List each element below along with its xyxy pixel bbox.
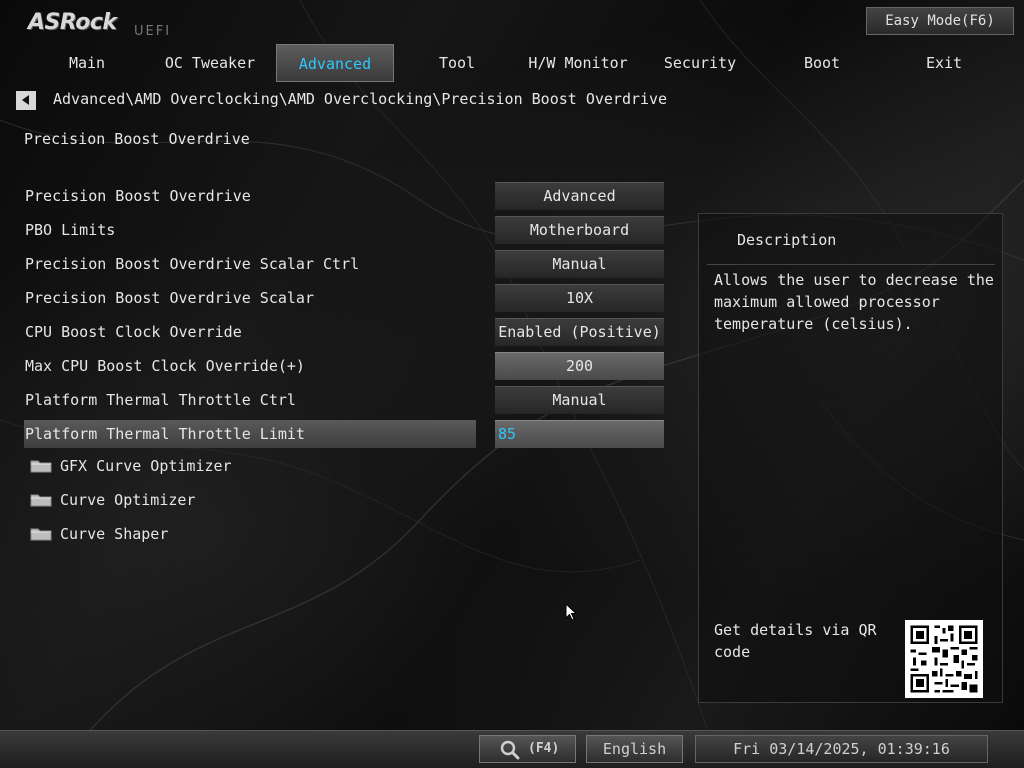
folder-label: Curve Shaper <box>60 525 169 543</box>
tab-tool[interactable]: Tool <box>398 44 516 82</box>
setting-label: PBO Limits <box>25 221 116 239</box>
tab-advanced[interactable]: Advanced <box>276 44 394 82</box>
tab-boot[interactable]: Boot <box>763 44 881 82</box>
mouse-cursor-icon <box>565 603 577 621</box>
setting-label: Platform Thermal Throttle Ctrl <box>25 391 296 409</box>
setting-label: CPU Boost Clock Override <box>25 323 242 341</box>
setting-value-select[interactable]: Motherboard <box>495 216 664 244</box>
qr-caption: Get details via QR code <box>714 621 877 661</box>
folder-icon <box>30 494 52 507</box>
date-time-display: Fri 03/14/2025, 01:39:16 <box>695 735 988 763</box>
setting-value-select[interactable]: Manual <box>495 386 664 414</box>
tab-main[interactable]: Main <box>28 44 146 82</box>
setting-pbo-limits[interactable]: PBO Limits Motherboard <box>24 216 669 244</box>
setting-value-select[interactable]: Enabled (Positive) <box>495 318 664 346</box>
setting-label: Platform Thermal Throttle Limit <box>25 425 305 443</box>
setting-max-cpu-boost-clock-override[interactable]: Max CPU Boost Clock Override(+) 200 <box>24 352 669 380</box>
uefi-label: UEFI <box>134 24 172 39</box>
setting-value-select[interactable]: 10X <box>495 284 664 312</box>
description-title: Description <box>737 231 837 249</box>
asrock-logo: ASRock <box>28 10 117 35</box>
setting-label: Max CPU Boost Clock Override(+) <box>25 357 305 375</box>
setting-value-select[interactable]: Manual <box>495 250 664 278</box>
tab-security[interactable]: Security <box>641 44 759 82</box>
folder-icon <box>30 528 52 541</box>
setting-value-input[interactable]: 200 <box>495 352 664 380</box>
setting-cpu-boost-clock-override[interactable]: CPU Boost Clock Override Enabled (Positi… <box>24 318 669 346</box>
back-arrow-icon[interactable] <box>16 91 36 110</box>
setting-pbo-scalar[interactable]: Precision Boost Overdrive Scalar 10X <box>24 284 669 312</box>
main-tab-bar: Main OC Tweaker Advanced Tool H/W Monito… <box>28 44 1008 82</box>
tab-oc-tweaker[interactable]: OC Tweaker <box>151 44 269 82</box>
search-icon <box>500 740 520 760</box>
language-button[interactable]: English <box>586 735 683 763</box>
setting-label: Precision Boost Overdrive <box>25 187 251 205</box>
folder-label: Curve Optimizer <box>60 491 196 509</box>
folder-icon <box>30 460 52 473</box>
setting-label: Precision Boost Overdrive Scalar <box>25 289 314 307</box>
setting-label: Precision Boost Overdrive Scalar Ctrl <box>25 255 360 273</box>
setting-value-input[interactable]: 85 <box>495 420 664 448</box>
easy-mode-button[interactable]: Easy Mode(F6) <box>866 7 1014 35</box>
page-title: Precision Boost Overdrive <box>24 130 250 148</box>
setting-platform-thermal-throttle-ctrl[interactable]: Platform Thermal Throttle Ctrl Manual <box>24 386 669 414</box>
tab-hw-monitor[interactable]: H/W Monitor <box>519 44 637 82</box>
setting-pbo-scalar-ctrl[interactable]: Precision Boost Overdrive Scalar Ctrl Ma… <box>24 250 669 278</box>
tab-exit[interactable]: Exit <box>885 44 1003 82</box>
qr-code-icon <box>905 620 983 698</box>
breadcrumb: Advanced\AMD Overclocking\AMD Overclocki… <box>53 90 668 108</box>
search-button[interactable]: (F4) <box>479 735 576 763</box>
folder-label: GFX Curve Optimizer <box>60 457 232 475</box>
description-divider <box>707 264 995 265</box>
search-shortcut-label: (F4) <box>528 741 560 756</box>
setting-precision-boost-overdrive[interactable]: Precision Boost Overdrive Advanced <box>24 182 669 210</box>
setting-value-select[interactable]: Advanced <box>495 182 664 210</box>
description-text: Allows the user to decrease the maximum … <box>714 271 994 333</box>
description-panel: Description Allows the user to decrease … <box>698 213 1003 703</box>
setting-platform-thermal-throttle-limit[interactable]: Platform Thermal Throttle Limit 85 <box>24 420 669 448</box>
